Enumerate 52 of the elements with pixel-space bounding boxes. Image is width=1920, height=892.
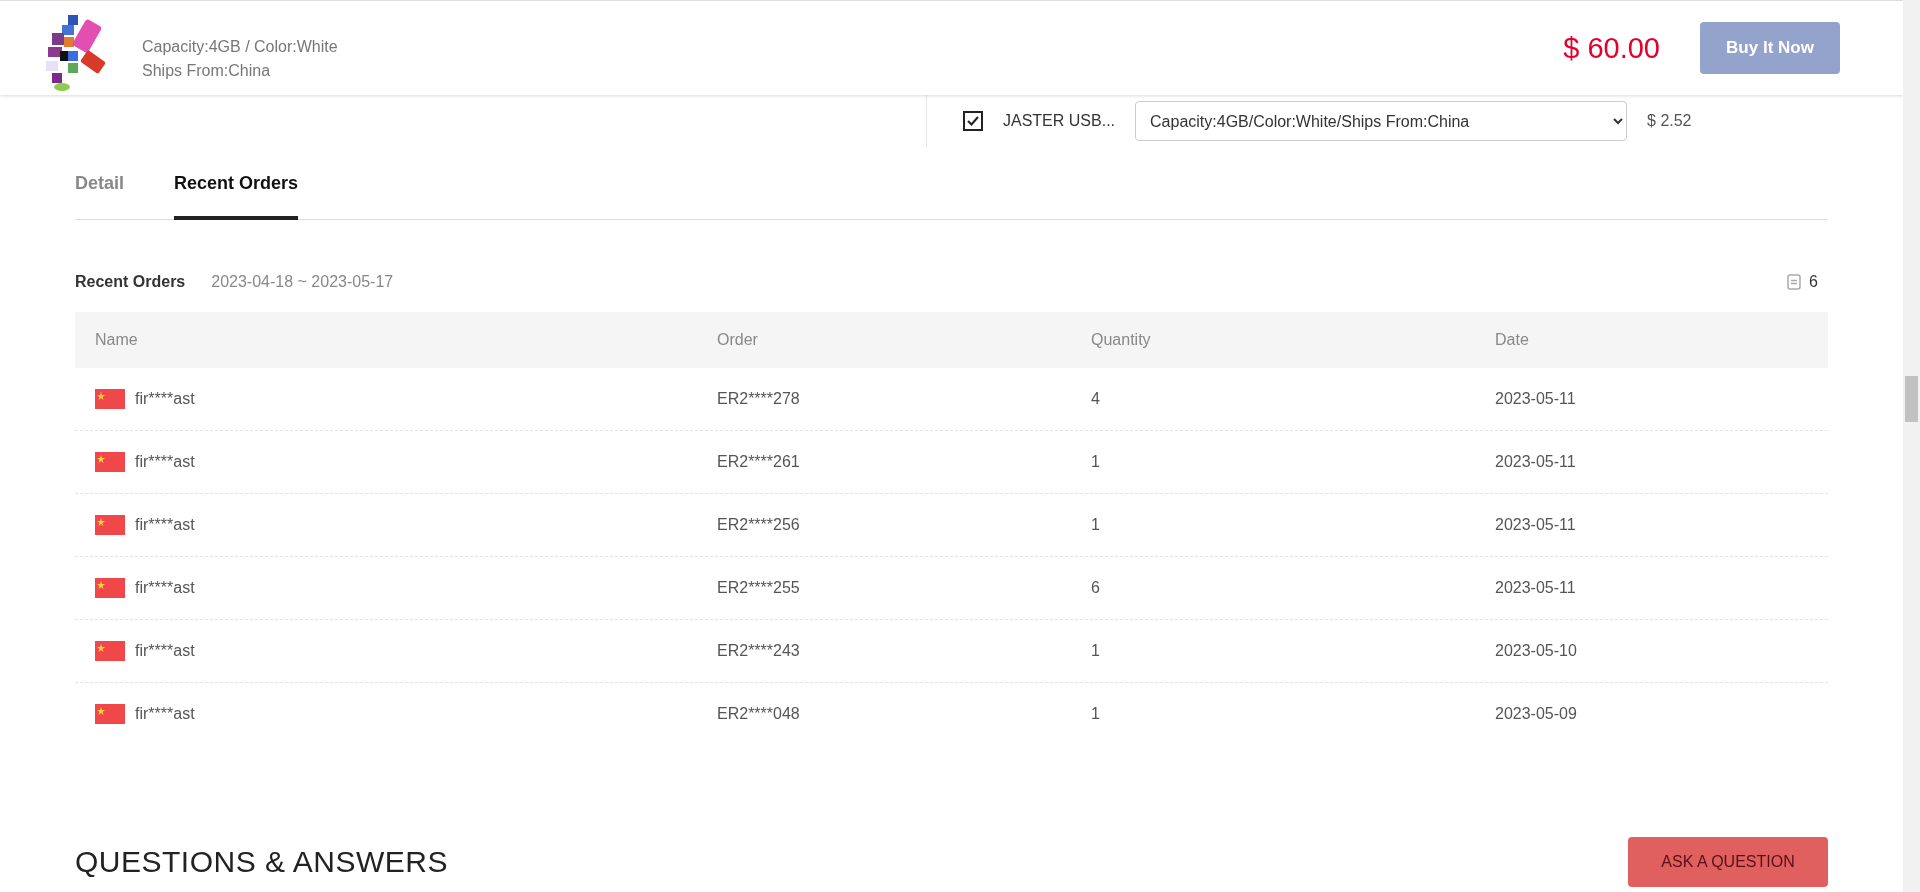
tab[interactable]: Recent Orders bbox=[174, 163, 299, 220]
check-icon bbox=[967, 116, 979, 126]
list-icon bbox=[1787, 274, 1802, 290]
table-cell-text: 2023-05-11 bbox=[1495, 453, 1577, 471]
table-cell-text: 2023-05-11 bbox=[1495, 516, 1577, 534]
option-select[interactable]: Capacity:4GB/Color:White/Ships From:China bbox=[1135, 101, 1628, 141]
flag-icon bbox=[95, 452, 125, 472]
table-cell-text: ER2****278 bbox=[717, 390, 801, 408]
column-header: Name bbox=[95, 331, 139, 349]
table-cell-text: 6 bbox=[1091, 579, 1101, 597]
shipping-text: Ships From:China bbox=[142, 62, 272, 80]
table-cell-text: ER2****243 bbox=[717, 642, 801, 660]
table-cell: fir****ast bbox=[135, 705, 195, 723]
table-cell-text: 1 bbox=[1091, 516, 1101, 534]
table-cell: fir****ast bbox=[135, 390, 195, 408]
item-price: $ 2.52 bbox=[1647, 112, 1692, 130]
table-cell-text: 2023-05-11 bbox=[1495, 579, 1577, 597]
checkbox[interactable] bbox=[963, 111, 983, 131]
table-cell-text: ER2****261 bbox=[717, 453, 801, 471]
item-name: JASTER USB... bbox=[1003, 112, 1116, 130]
table-cell-text: 4 bbox=[1091, 390, 1101, 408]
column-header: Date bbox=[1495, 331, 1530, 349]
table-cell: fir****ast bbox=[135, 579, 195, 597]
flag-icon bbox=[95, 704, 125, 724]
order-count: 6 bbox=[1809, 273, 1818, 291]
table-cell-text: 2023-05-11 bbox=[1495, 390, 1577, 408]
table-cell-text: 2023-05-09 bbox=[1495, 705, 1578, 723]
column-header: Order bbox=[717, 331, 759, 349]
section-title: Recent Orders bbox=[75, 273, 186, 291]
table-cell-text: 1 bbox=[1091, 642, 1101, 660]
table-cell-text: 1 bbox=[1091, 705, 1101, 723]
column-header: Quantity bbox=[1091, 331, 1152, 349]
table-cell: fir****ast bbox=[135, 453, 195, 471]
table-cell: fir****ast bbox=[135, 642, 195, 660]
buy-button[interactable]: Buy It Now bbox=[1700, 22, 1840, 74]
table-cell: fir****ast bbox=[135, 516, 195, 534]
flag-icon bbox=[95, 389, 125, 409]
ask-question-button[interactable]: ASK A QUESTION bbox=[1628, 837, 1828, 887]
table-cell-text: ER2****048 bbox=[717, 705, 801, 723]
date-range: 2023-04-18 ~ 2023-05-17 bbox=[211, 273, 395, 291]
price-text: $ 60.00 bbox=[1563, 31, 1660, 65]
flag-icon bbox=[95, 515, 125, 535]
table-cell-text: 1 bbox=[1091, 453, 1101, 471]
variant-text: Capacity:4GB / Color:White bbox=[142, 38, 339, 56]
table-cell-text: ER2****255 bbox=[717, 579, 801, 597]
flag-icon bbox=[95, 641, 125, 661]
scrollbar-thumb[interactable] bbox=[1905, 376, 1918, 422]
table-cell-text: ER2****256 bbox=[717, 516, 801, 534]
flag-icon bbox=[95, 578, 125, 598]
table-cell-text: 2023-05-10 bbox=[1495, 642, 1578, 660]
section-heading: QUESTIONS & ANSWERS bbox=[75, 845, 448, 879]
tab[interactable]: Detail bbox=[75, 163, 125, 220]
